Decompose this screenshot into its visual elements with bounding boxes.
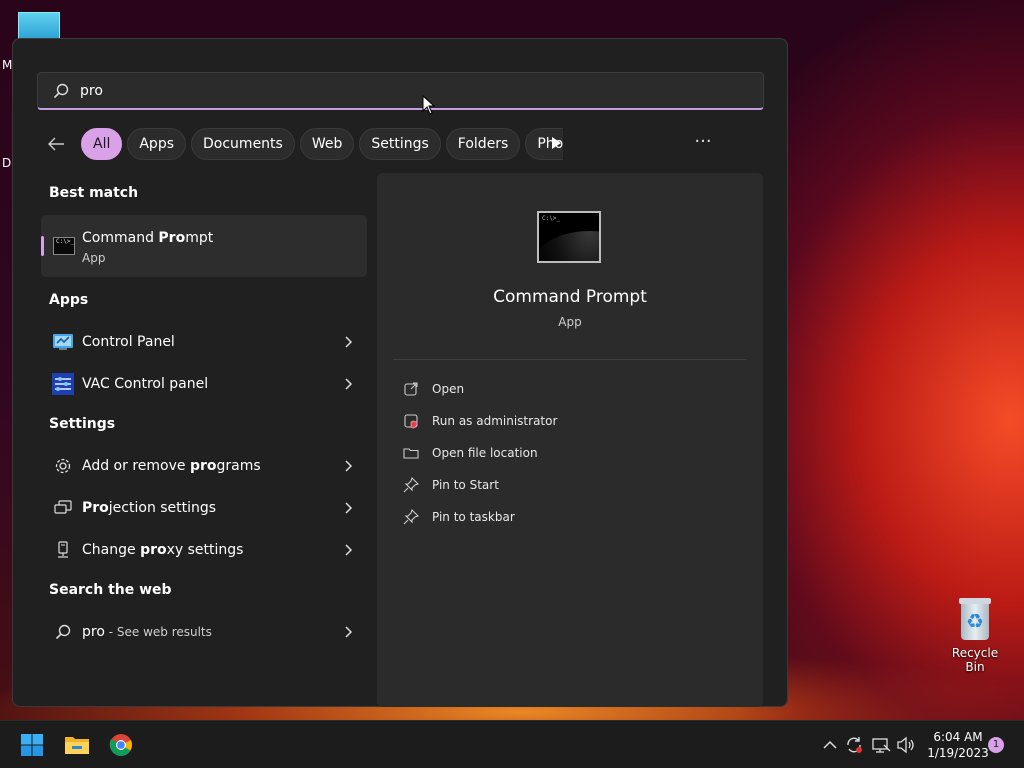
apps-header: Apps [49, 292, 89, 308]
filter-chip-documents[interactable]: Documents [191, 128, 295, 160]
setting-result-change-proxy-settings[interactable]: Change proxy settings [41, 531, 367, 569]
desktop-label-fragment: M [2, 58, 13, 72]
setting-result-projection-settings[interactable]: Projection settings [41, 489, 367, 527]
clock-date: 1/19/2023 [927, 746, 989, 760]
sync-icon[interactable] [844, 735, 864, 755]
divider [393, 359, 747, 360]
action-label: Open file location [432, 446, 538, 460]
detail-pane: C:\>_ Command Prompt App Open Run as adm… [377, 173, 763, 707]
filter-bar: All Apps Documents Web Settings Folders … [41, 127, 568, 161]
detail-subtitle: App [558, 315, 582, 329]
search-input[interactable] [80, 82, 680, 99]
chevron-right-icon[interactable] [341, 543, 355, 557]
admin-shield-icon [404, 414, 418, 429]
action-pin-to-taskbar[interactable]: Pin to taskbar [403, 505, 515, 529]
action-pin-to-start[interactable]: Pin to Start [403, 473, 499, 497]
search-icon [52, 621, 74, 643]
recycle-bin-label: Recycle Bin [951, 646, 999, 674]
action-open[interactable]: Open [403, 377, 464, 401]
app-result-label: Control Panel [82, 334, 175, 350]
setting-result-label: Add or remove programs [82, 458, 261, 474]
pin-icon [403, 509, 419, 525]
setting-result-label: Projection settings [82, 500, 217, 516]
open-external-icon [404, 382, 418, 396]
network-icon[interactable] [871, 735, 891, 755]
volume-icon[interactable] [896, 735, 916, 755]
filter-chip-web[interactable]: Web [299, 128, 355, 160]
action-label: Pin to taskbar [432, 510, 515, 524]
best-match-title: Command Prompt [82, 230, 214, 246]
filter-chip-settings[interactable]: Settings [359, 128, 441, 160]
taskbar: 6:04 AM 1/19/2023 1 [0, 720, 1024, 768]
action-label: Open [432, 382, 465, 396]
selection-indicator [41, 236, 44, 256]
action-label: Run as administrator [432, 414, 558, 428]
chevron-right-icon[interactable] [341, 377, 355, 391]
search-icon [53, 83, 69, 98]
chrome-button[interactable] [105, 729, 137, 761]
action-label: Pin to Start [432, 478, 499, 492]
chrome-icon [109, 734, 133, 756]
settings-header: Settings [49, 416, 116, 432]
app-result-vac-control-panel[interactable]: VAC Control panel [41, 365, 367, 403]
web-result-pro[interactable]: pro - See web results [41, 613, 367, 651]
setting-result-label: Change proxy settings [82, 542, 244, 558]
chevron-right-icon[interactable] [341, 335, 355, 349]
app-result-control-panel[interactable]: Control Panel [41, 323, 367, 361]
notification-badge[interactable]: 1 [988, 737, 1004, 753]
vac-control-panel-icon [52, 373, 74, 395]
recycle-bin[interactable]: ♻ Recycle Bin [944, 598, 1006, 674]
best-match-header: Best match [49, 185, 139, 201]
desktop-label-fragment: D [2, 156, 12, 170]
start-button[interactable] [16, 729, 48, 761]
search-web-header: Search the web [49, 582, 172, 598]
action-open-file-location[interactable]: Open file location [403, 441, 538, 465]
proxy-icon [52, 539, 74, 561]
chevron-right-icon[interactable] [341, 625, 355, 639]
file-explorer-button[interactable] [61, 729, 93, 761]
best-match-command-prompt[interactable]: C:\>_ Command Prompt App [41, 215, 367, 277]
pin-icon [403, 477, 419, 493]
command-prompt-large-icon: C:\>_ [537, 211, 601, 263]
detail-title: Command Prompt [493, 287, 647, 307]
arrow-left-icon [48, 137, 64, 151]
more-options-button[interactable]: ··· [689, 131, 717, 157]
setting-result-add-remove-programs[interactable]: Add or remove programs [41, 447, 367, 485]
folder-icon [65, 737, 89, 754]
folder-icon [403, 448, 419, 459]
back-button[interactable] [41, 129, 71, 159]
windows-logo-icon [21, 734, 43, 756]
projection-icon [52, 497, 74, 519]
mouse-cursor-icon [422, 95, 436, 115]
chevron-up-icon[interactable] [820, 735, 840, 755]
filter-chip-folders[interactable]: Folders [445, 128, 521, 160]
clock-time: 6:04 AM [933, 730, 983, 744]
chevron-right-icon[interactable] [341, 459, 355, 473]
search-panel: All Apps Documents Web Settings Folders … [12, 38, 788, 707]
gear-icon [52, 455, 74, 477]
best-match-type: App [82, 251, 106, 265]
filter-chip-all[interactable]: All [81, 128, 123, 160]
clock[interactable]: 6:04 AM 1/19/2023 [924, 729, 992, 761]
recycle-bin-icon: ♻ [958, 598, 992, 640]
search-box[interactable] [37, 72, 764, 110]
scroll-filters-right-icon[interactable] [549, 135, 563, 151]
web-result-label: pro - See web results [82, 624, 212, 640]
chevron-right-icon[interactable] [341, 501, 355, 515]
action-run-as-administrator[interactable]: Run as administrator [403, 409, 557, 433]
app-result-label: VAC Control panel [82, 376, 209, 392]
filter-chip-apps[interactable]: Apps [127, 128, 187, 160]
command-prompt-icon: C:\>_ [53, 237, 75, 255]
control-panel-icon [52, 331, 74, 353]
